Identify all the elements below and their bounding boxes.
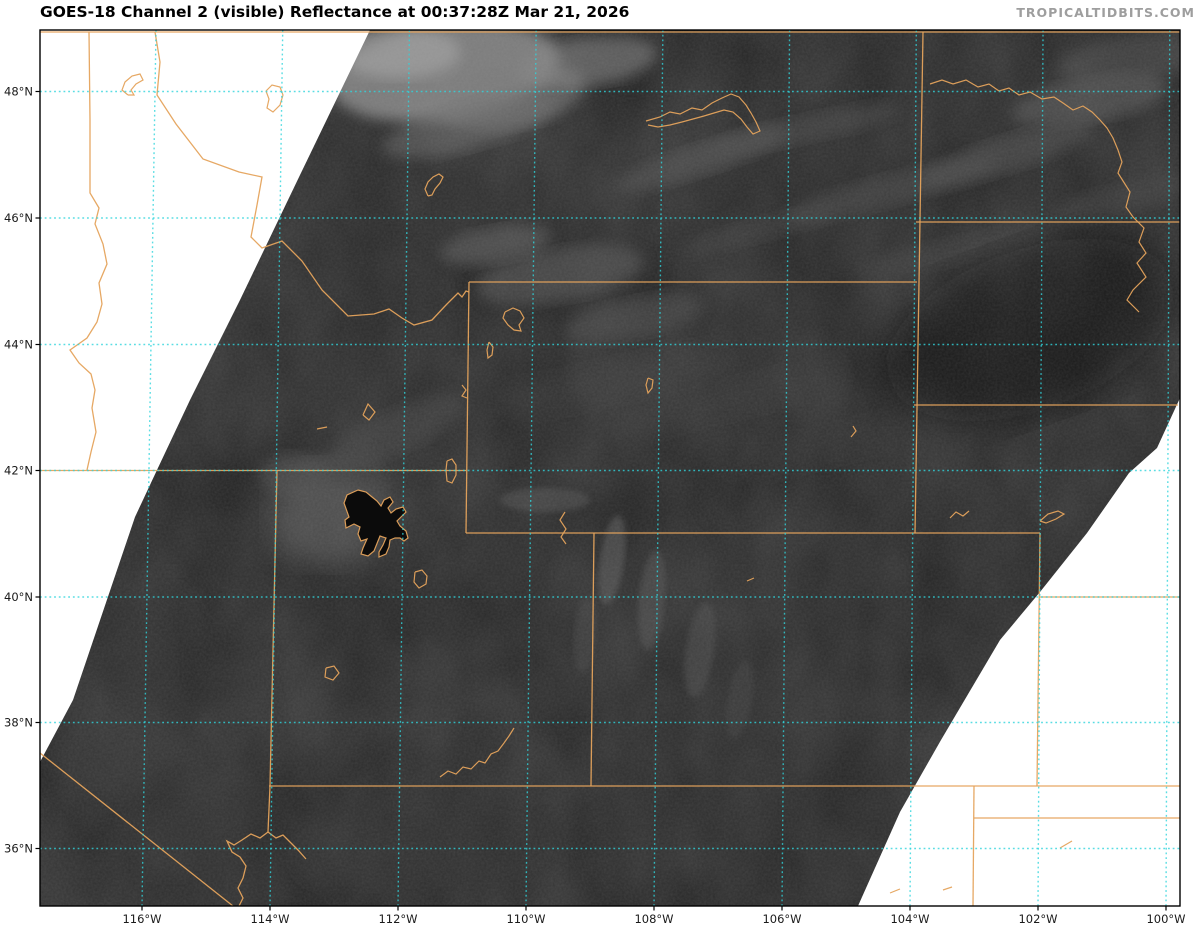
lon-tick-label: 106°W — [762, 912, 801, 926]
lat-tick-label: 46°N — [4, 211, 33, 225]
lon-tick-label: 102°W — [1018, 912, 1057, 926]
lat-tick-label: 44°N — [4, 338, 33, 352]
satellite-map: 48°N 46°N 44°N 42°N 40°N 38°N 36°N 116°W 114°W 11… — [0, 0, 1200, 929]
lat-tick-label: 36°N — [4, 842, 33, 856]
lon-tick-label: 112°W — [378, 912, 417, 926]
lon-tick-label: 116°W — [122, 912, 161, 926]
lon-tick-label: 110°W — [506, 912, 545, 926]
lon-tick-label: 104°W — [890, 912, 929, 926]
lat-tick-label: 38°N — [4, 716, 33, 730]
lat-tick-label: 48°N — [4, 85, 33, 99]
lat-tick-label: 40°N — [4, 590, 33, 604]
lat-tick-label: 42°N — [4, 464, 33, 478]
lon-tick-label: 108°W — [634, 912, 673, 926]
lon-tick-label: 114°W — [250, 912, 289, 926]
satellite-image-page: GOES-18 Channel 2 (visible) Reflectance … — [0, 0, 1200, 929]
lon-tick-label: 100°W — [1146, 912, 1185, 926]
